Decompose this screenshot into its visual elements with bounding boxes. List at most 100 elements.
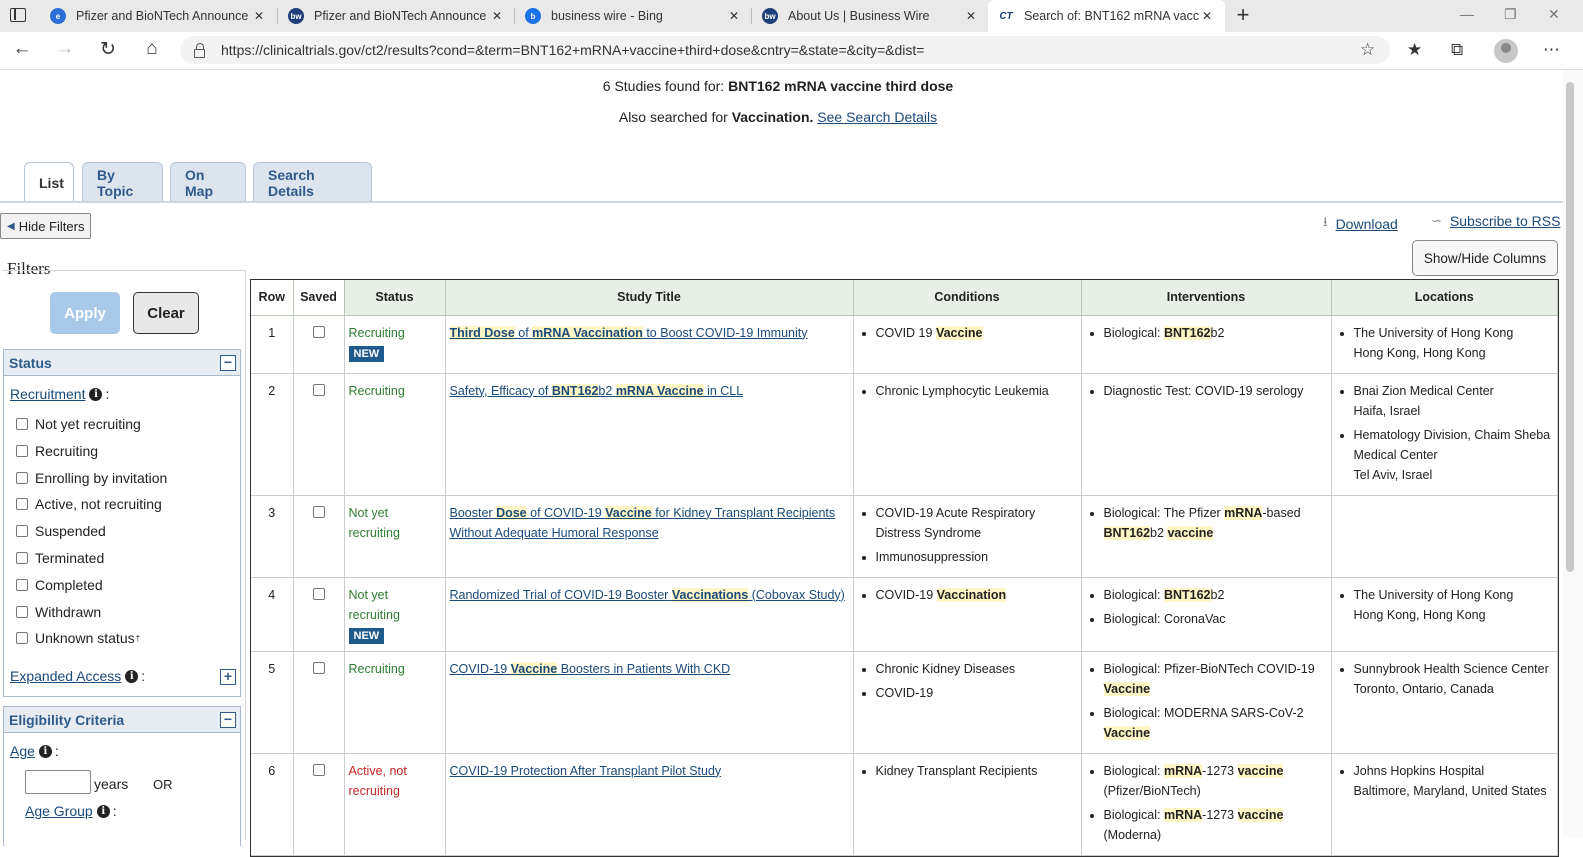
browser-tab[interactable]: e Pfizer and BioNTech Announce P ✕: [40, 0, 277, 32]
recruitment-option[interactable]: Recruiting: [16, 443, 98, 459]
age-input[interactable]: [25, 770, 91, 794]
scrollbar-thumb[interactable]: [1566, 82, 1574, 572]
tab-favicon-icon: bw: [288, 8, 304, 24]
checkbox[interactable]: [16, 471, 28, 484]
browser-tab[interactable]: CT Search of: BNT162 mRNA vaccine ✕: [988, 0, 1225, 32]
text-segment: of COVID-19: [526, 505, 606, 520]
url-field[interactable]: https://clinicaltrials.gov/ct2/results?c…: [180, 36, 1390, 64]
header-study-title[interactable]: Study Title: [445, 280, 854, 316]
locations-list: Sunnybrook Health Science Center Toronto,…: [1336, 659, 1554, 699]
expanded-access-link[interactable]: Expanded Access: [10, 668, 121, 684]
tab-close-icon[interactable]: ✕: [251, 9, 267, 23]
checkbox[interactable]: [16, 498, 28, 511]
study-title-link[interactable]: Third Dose of mRNA Vaccination to Boost …: [449, 325, 808, 340]
rss-label[interactable]: Subscribe to RSS: [1450, 213, 1561, 229]
info-icon[interactable]: i: [96, 804, 110, 818]
study-title-link[interactable]: Randomized Trial of COVID-19 Booster Vac…: [450, 587, 845, 602]
arrow-left-icon: ◀: [7, 220, 15, 232]
header-saved[interactable]: Saved: [293, 280, 345, 316]
apply-button[interactable]: Apply: [50, 292, 120, 334]
eligibility-section-header[interactable]: Eligibility Criteria −: [4, 707, 240, 733]
save-checkbox[interactable]: [312, 325, 325, 338]
favorites-icon[interactable]: ★: [1407, 40, 1422, 60]
minimize-icon[interactable]: —: [1460, 6, 1474, 22]
study-title-cell: COVID-19 Vaccine Boosters in Patients Wi…: [445, 651, 854, 754]
tab-search-details[interactable]: Search Details: [253, 162, 372, 202]
age-link[interactable]: Age: [10, 743, 35, 759]
condition-item: COVID-19 Vaccination: [876, 585, 1077, 605]
tab-close-icon[interactable]: ✕: [489, 9, 505, 23]
header-status[interactable]: Status: [344, 280, 446, 316]
info-icon[interactable]: i: [125, 669, 139, 683]
new-tab-icon[interactable]: +: [1233, 2, 1253, 28]
tab-actions-icon[interactable]: [10, 8, 26, 22]
checkbox[interactable]: [16, 552, 28, 564]
info-icon[interactable]: i: [89, 387, 103, 401]
more-menu-icon[interactable]: ⋯: [1543, 40, 1560, 60]
checkbox[interactable]: [16, 525, 28, 538]
recruitment-option[interactable]: Withdrawn: [16, 604, 101, 620]
hide-filters-button[interactable]: ◀ Hide Filters: [0, 213, 92, 239]
study-title-link[interactable]: COVID-19 Vaccine Boosters in Patients Wi…: [450, 661, 730, 676]
checkbox[interactable]: [16, 418, 28, 430]
tab-on-map[interactable]: On Map: [170, 162, 246, 202]
recruitment-option[interactable]: Unknown status †: [16, 630, 140, 646]
collapse-icon[interactable]: −: [220, 355, 236, 371]
restore-icon[interactable]: ❐: [1504, 6, 1517, 23]
recruitment-option[interactable]: Not yet recruiting: [16, 416, 141, 432]
window-close-icon[interactable]: ✕: [1548, 6, 1560, 23]
save-checkbox[interactable]: [312, 505, 325, 518]
header-row[interactable]: Row: [251, 280, 294, 316]
recruitment-option[interactable]: Suspended: [16, 523, 106, 539]
recruitment-option[interactable]: Completed: [16, 577, 103, 593]
highlighted-term: mRNA Vaccination: [532, 325, 643, 340]
show-hide-columns-button[interactable]: Show/Hide Columns: [1412, 240, 1558, 276]
checkbox[interactable]: [16, 578, 28, 591]
checkbox[interactable]: [16, 444, 28, 457]
save-checkbox[interactable]: [312, 383, 325, 396]
recruitment-option[interactable]: Active, not recruiting: [16, 496, 162, 512]
tab-close-icon[interactable]: ✕: [963, 9, 979, 23]
back-icon[interactable]: ←: [10, 38, 34, 60]
header-conditions[interactable]: Conditions: [853, 280, 1082, 316]
forward-icon[interactable]: →: [53, 38, 77, 60]
tab-close-icon[interactable]: ✕: [1199, 9, 1215, 23]
study-title-link[interactable]: Safety, Efficacy of BNT162b2 mRNA Vaccin…: [450, 383, 743, 398]
tab-list[interactable]: List: [24, 162, 74, 202]
collections-icon[interactable]: ⧉: [1451, 40, 1463, 60]
favorite-star-icon[interactable]: ☆: [1360, 40, 1375, 60]
save-checkbox[interactable]: [312, 661, 325, 674]
clear-button[interactable]: Clear: [133, 292, 199, 334]
save-checkbox[interactable]: [312, 763, 325, 776]
collapse-icon[interactable]: −: [220, 712, 236, 728]
header-locations[interactable]: Locations: [1331, 280, 1558, 316]
checkbox[interactable]: [16, 605, 28, 618]
profile-avatar[interactable]: [1494, 39, 1518, 63]
status-section-header[interactable]: Status −: [4, 350, 240, 376]
browser-tab[interactable]: b business wire - Bing ✕: [515, 0, 752, 32]
status-section-title: Status: [9, 354, 52, 371]
info-icon[interactable]: i: [38, 744, 52, 758]
study-title-link[interactable]: Booster Dose of COVID-19 Vaccine for Kid…: [450, 505, 835, 540]
age-group-link[interactable]: Age Group: [25, 803, 93, 819]
save-checkbox[interactable]: [312, 587, 325, 600]
reload-icon[interactable]: ↻: [96, 38, 120, 61]
recruitment-link[interactable]: Recruitment: [10, 386, 85, 402]
checkbox[interactable]: [16, 632, 28, 645]
expand-icon[interactable]: +: [220, 669, 236, 685]
recruitment-option[interactable]: Terminated: [16, 550, 104, 566]
tab-close-icon[interactable]: ✕: [726, 9, 742, 23]
see-search-details-link[interactable]: See Search Details: [817, 109, 937, 125]
study-title-link[interactable]: COVID-19 Protection After Transplant Pil…: [450, 764, 722, 778]
download-label[interactable]: Download: [1336, 216, 1398, 232]
download-link[interactable]: ⭳ Download: [1323, 213, 1398, 235]
browser-tab[interactable]: bw About Us | Business Wire ✕: [752, 0, 989, 32]
highlighted-term: BNT162: [1163, 325, 1211, 340]
home-icon[interactable]: ⌂: [140, 38, 164, 60]
rss-link[interactable]: ∽ Subscribe to RSS: [1431, 213, 1560, 229]
header-interventions[interactable]: Interventions: [1081, 280, 1332, 316]
recruitment-option[interactable]: Enrolling by invitation: [16, 470, 167, 486]
tab-by-topic[interactable]: By Topic: [82, 162, 163, 202]
browser-tab[interactable]: bw Pfizer and BioNTech Announce P ✕: [278, 0, 515, 32]
text-segment: (Cobovax Study): [748, 587, 845, 602]
